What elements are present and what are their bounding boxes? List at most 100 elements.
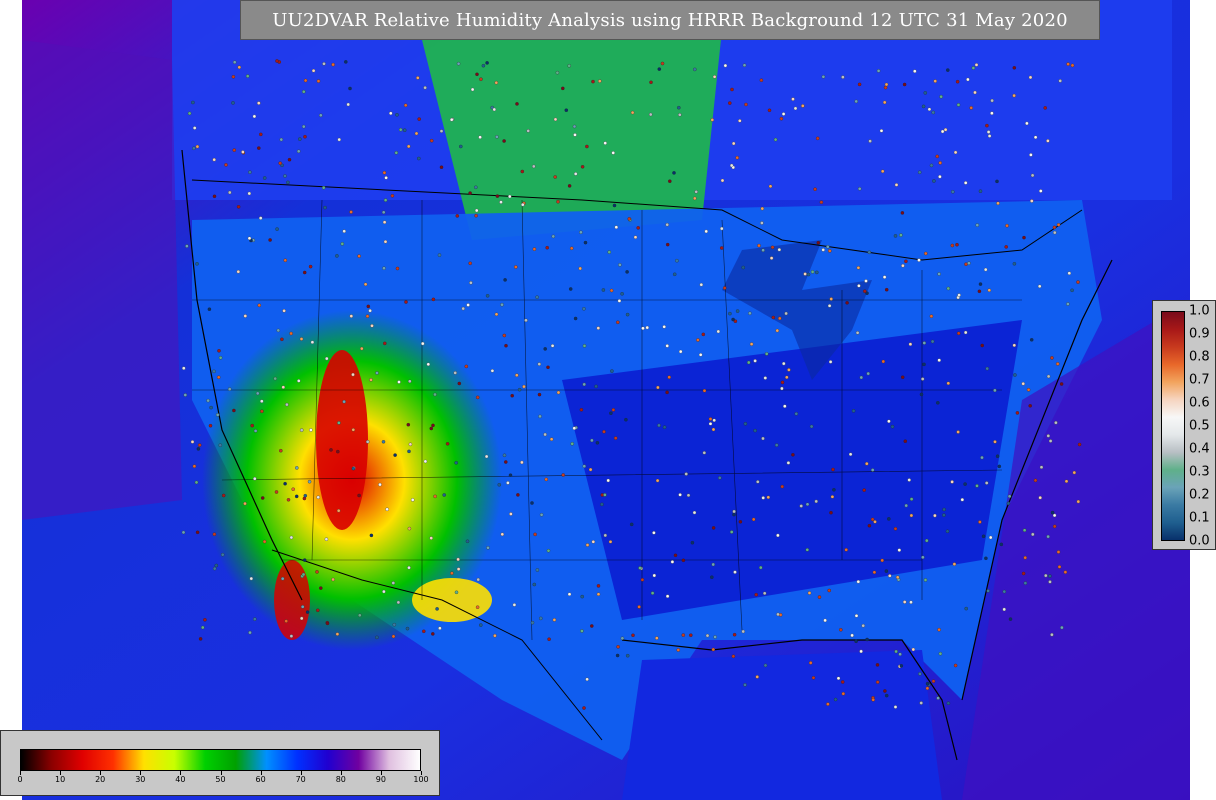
station-marker [777, 247, 782, 252]
station-marker [993, 388, 997, 393]
station-marker [946, 286, 951, 291]
station-marker [708, 417, 713, 421]
station-marker [899, 664, 904, 668]
station-marker [450, 571, 454, 575]
station-marker [963, 181, 968, 185]
station-marker [316, 608, 320, 613]
station-marker [503, 278, 507, 282]
station-marker [245, 74, 250, 78]
station-marker [1066, 62, 1070, 66]
station-marker [876, 69, 881, 73]
station-marker [538, 414, 542, 419]
station-tick-label: 0.6 [1189, 395, 1210, 411]
station-marker [573, 172, 578, 176]
station-marker [253, 617, 257, 621]
station-marker [475, 395, 480, 400]
station-marker [1067, 271, 1072, 275]
station-marker [791, 97, 795, 101]
station-marker [407, 449, 411, 454]
station-marker [455, 214, 460, 218]
station-marker [258, 216, 263, 220]
station-marker [670, 560, 675, 564]
station-marker [250, 423, 254, 428]
station-marker [383, 239, 388, 244]
station-marker [438, 626, 442, 630]
station-marker [596, 592, 601, 596]
station-marker [960, 497, 965, 502]
station-marker [232, 408, 236, 413]
station-marker [763, 663, 768, 668]
station-marker [908, 342, 913, 346]
station-marker [439, 129, 444, 133]
station-marker [731, 141, 736, 146]
station-marker [508, 473, 513, 477]
station-marker [625, 270, 629, 274]
station-marker [778, 316, 782, 321]
station-marker [768, 184, 773, 189]
station-marker [416, 76, 420, 80]
station-marker [607, 250, 612, 254]
station-marker [662, 325, 666, 329]
station-marker [278, 161, 282, 165]
station-marker [257, 101, 261, 105]
station-marker [253, 476, 257, 481]
station-marker [689, 633, 693, 637]
station-marker [1028, 404, 1032, 408]
station-marker [865, 461, 869, 466]
station-marker [195, 530, 200, 535]
station-marker [867, 523, 872, 528]
station-marker [856, 579, 861, 584]
station-marker [257, 303, 262, 308]
station-marker [956, 331, 961, 336]
station-marker [821, 248, 825, 252]
station-marker [433, 494, 437, 499]
station-marker [693, 67, 697, 72]
station-marker [735, 155, 739, 160]
station-marker [1039, 189, 1043, 193]
station-marker [556, 390, 561, 395]
station-marker [956, 430, 960, 434]
station-marker [981, 534, 986, 539]
station-marker [375, 371, 379, 375]
station-marker [439, 165, 444, 169]
station-marker [517, 387, 522, 392]
station-marker [782, 361, 786, 366]
station-marker [990, 98, 994, 103]
station-marker [319, 113, 323, 118]
station-marker [1060, 625, 1064, 630]
station-marker [497, 483, 502, 487]
station-marker [337, 421, 341, 425]
station-colorbar [1161, 311, 1185, 541]
station-marker [423, 85, 427, 90]
station-marker [366, 304, 371, 309]
station-marker [919, 701, 923, 705]
station-marker [395, 113, 399, 117]
station-marker [723, 63, 728, 68]
station-marker [187, 111, 192, 116]
station-marker [603, 141, 607, 145]
station-marker [625, 312, 630, 317]
station-marker [761, 436, 765, 441]
station-marker [901, 263, 905, 268]
station-marker [895, 575, 900, 580]
station-marker [898, 652, 902, 656]
station-marker [946, 381, 951, 386]
station-marker [884, 82, 889, 87]
station-tick-label: 0.0 [1189, 533, 1210, 549]
station-marker [437, 253, 442, 257]
station-marker [710, 118, 715, 122]
station-marker [699, 282, 704, 287]
station-marker [582, 307, 586, 311]
station-marker [900, 211, 905, 215]
station-marker [1058, 79, 1062, 83]
station-marker [469, 281, 473, 285]
station-marker [236, 205, 241, 209]
station-marker [390, 194, 395, 198]
station-marker [1046, 434, 1051, 438]
station-marker [212, 532, 217, 536]
station-marker [198, 637, 203, 641]
rh-tick-label: 10 [55, 775, 66, 784]
station-marker [422, 629, 426, 634]
station-marker [694, 190, 698, 194]
station-marker [751, 517, 756, 522]
